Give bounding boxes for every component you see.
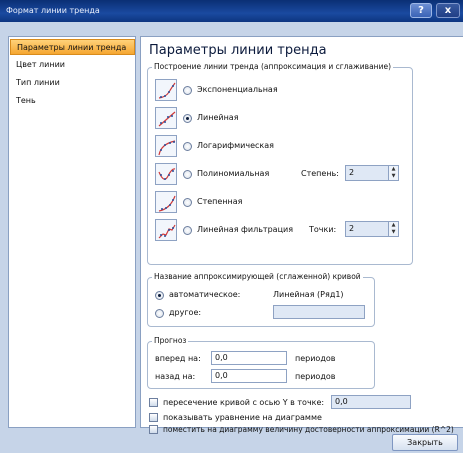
sidebar: Параметры линии тренда Цвет линии Тип ли… xyxy=(8,36,136,428)
show-equation-label: показывать уравнение на диаграмме xyxy=(163,413,322,422)
power-label: Степенная xyxy=(197,197,243,206)
window-title: Формат линии тренда xyxy=(6,6,100,15)
degree-stepper[interactable]: 2 ▲ ▼ xyxy=(345,165,399,181)
custom-name-radio[interactable] xyxy=(155,309,164,318)
custom-name-input[interactable] xyxy=(273,305,365,319)
polynomial-label: Полиномиальная xyxy=(197,169,270,178)
close-button[interactable]: Закрыть xyxy=(392,434,458,451)
moving-average-trend-icon xyxy=(155,219,177,241)
show-equation-checkbox[interactable] xyxy=(149,413,158,422)
title-bar: Формат линии тренда ? x xyxy=(0,0,463,22)
moving-average-radio[interactable] xyxy=(183,226,192,235)
sidebar-item-line-color[interactable]: Цвет линии xyxy=(10,57,135,73)
exponential-trend-icon xyxy=(155,79,177,101)
show-r2-checkbox[interactable] xyxy=(149,425,158,434)
trendline-name-group: Название аппроксимирующей (сглаженной) к… xyxy=(147,272,375,327)
linear-label: Линейная xyxy=(197,113,239,122)
forecast-backward-unit: периодов xyxy=(295,372,336,381)
moving-average-label: Линейная фильтрация xyxy=(197,225,294,234)
linear-radio[interactable] xyxy=(183,114,192,123)
page-title: Параметры линии тренда xyxy=(149,43,327,58)
linear-trend-icon xyxy=(155,107,177,129)
logarithmic-label: Логарифмическая xyxy=(197,141,274,150)
stepper-arrows-icon[interactable]: ▲ ▼ xyxy=(388,222,398,236)
polynomial-radio[interactable] xyxy=(183,170,192,179)
polynomial-trend-icon xyxy=(155,163,177,185)
exponential-radio[interactable] xyxy=(183,86,192,95)
auto-name-value: Линейная (Ряд1) xyxy=(273,290,344,299)
degree-label: Степень: xyxy=(301,169,339,178)
auto-name-label: автоматическое: xyxy=(169,290,241,299)
help-button[interactable]: ? xyxy=(410,3,432,18)
close-window-button[interactable]: x xyxy=(436,3,460,18)
stepper-arrows-icon[interactable]: ▲ ▼ xyxy=(388,166,398,180)
forecast-backward-input[interactable]: 0,0 xyxy=(211,369,287,383)
power-radio[interactable] xyxy=(183,198,192,207)
forecast-forward-label: вперед на: xyxy=(155,354,201,363)
points-value: 2 xyxy=(349,224,355,233)
exponential-label: Экспоненциальная xyxy=(197,85,278,94)
trend-type-group-legend: Построение линии тренда (аппроксимация и… xyxy=(152,62,393,71)
custom-name-label: другое: xyxy=(169,308,202,317)
options-panel: Параметры линии тренда Построение линии … xyxy=(140,36,463,434)
sidebar-item-line-style[interactable]: Тип линии xyxy=(10,75,135,91)
auto-name-radio[interactable] xyxy=(155,291,164,300)
logarithmic-radio[interactable] xyxy=(183,142,192,151)
forecast-forward-input[interactable]: 0,0 xyxy=(211,351,287,365)
points-stepper[interactable]: 2 ▲ ▼ xyxy=(345,221,399,237)
intercept-label: пересечение кривой с осью Y в точке: xyxy=(163,398,325,407)
points-label: Точки: xyxy=(309,225,337,234)
sidebar-item-shadow[interactable]: Тень xyxy=(10,93,135,109)
show-r2-label: поместить на диаграмму величину достовер… xyxy=(163,425,454,434)
degree-value: 2 xyxy=(349,168,355,177)
intercept-checkbox[interactable] xyxy=(149,398,158,407)
logarithmic-trend-icon xyxy=(155,135,177,157)
intercept-input[interactable]: 0,0 xyxy=(331,395,411,409)
dialog-body: Параметры линии тренда Цвет линии Тип ли… xyxy=(0,22,463,453)
forecast-backward-label: назад на: xyxy=(155,372,196,381)
sidebar-item-trendline-options[interactable]: Параметры линии тренда xyxy=(10,39,135,55)
trendline-name-group-legend: Название аппроксимирующей (сглаженной) к… xyxy=(152,272,363,281)
power-trend-icon xyxy=(155,191,177,213)
forecast-group-legend: Прогноз xyxy=(152,336,189,345)
forecast-forward-unit: периодов xyxy=(295,354,336,363)
